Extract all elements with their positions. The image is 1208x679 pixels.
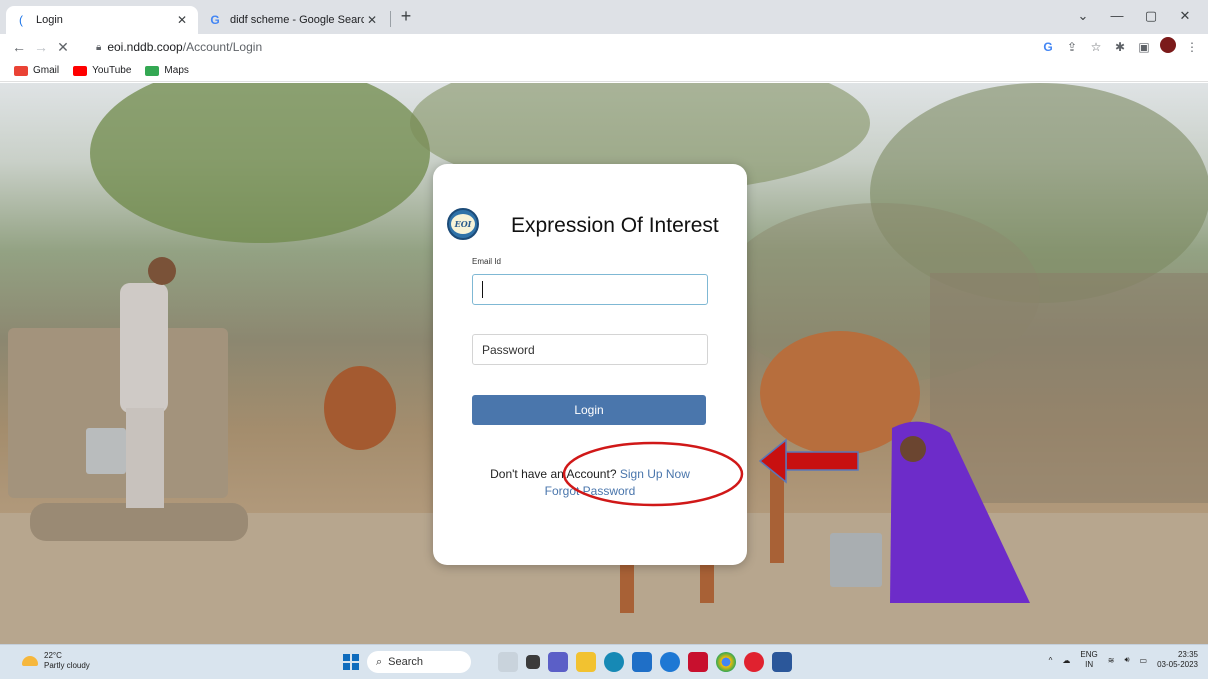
tab-google-search[interactable]: G didf scheme - Google Search ✕ xyxy=(200,6,388,34)
lock-icon[interactable]: 🔒︎ xyxy=(96,42,101,53)
url-path: /Account/Login xyxy=(182,40,263,54)
close-tab-icon[interactable]: ✕ xyxy=(364,13,380,27)
teams-chat-icon[interactable] xyxy=(548,652,568,672)
language-indicator[interactable]: ENG IN xyxy=(1080,650,1097,670)
tab-title: didf scheme - Google Search xyxy=(230,14,364,26)
help-icon[interactable] xyxy=(660,652,680,672)
weather-widget[interactable]: 22°C Partly cloudy xyxy=(22,651,90,671)
bookmark-gmail[interactable]: Gmail xyxy=(14,65,59,76)
youtube-icon xyxy=(73,65,88,76)
tab-divider xyxy=(390,11,391,27)
tab-title: Login xyxy=(36,14,63,26)
minimize-button[interactable]: — xyxy=(1100,2,1134,30)
signup-prompt: Don't have an Account? xyxy=(490,467,617,481)
google-icon: G xyxy=(210,13,220,27)
google-lens-icon[interactable]: G xyxy=(1038,37,1058,57)
bookmark-star-icon[interactable]: ☆ xyxy=(1086,37,1106,57)
task-view-icon[interactable] xyxy=(526,655,540,669)
system-tray: ^ ☁︎ ENG IN ≋ 🔊︎ ▭ 23:35 03-05-2023 xyxy=(1049,650,1198,670)
windows-taskbar: 22°C Partly cloudy ⌕ Search ^ ☁︎ ENG IN … xyxy=(0,644,1208,679)
text-caret xyxy=(482,281,483,298)
wifi-icon[interactable]: ≋ xyxy=(1108,656,1115,665)
widgets-icon[interactable] xyxy=(498,652,518,672)
loading-icon: ( xyxy=(19,13,23,27)
bookmark-label: YouTube xyxy=(92,65,132,76)
pinned-apps xyxy=(498,652,792,672)
file-explorer-icon[interactable] xyxy=(576,652,596,672)
store-icon[interactable] xyxy=(632,652,652,672)
start-button[interactable] xyxy=(343,654,359,670)
new-tab-button[interactable]: + xyxy=(394,6,418,28)
maps-icon xyxy=(145,65,160,76)
weather-desc: Partly cloudy xyxy=(44,661,90,670)
url-text: eoi.nddb.coop/Account/Login xyxy=(107,40,262,54)
bookmarks-bar: Gmail YouTube Maps xyxy=(0,60,1208,82)
url-domain: eoi.nddb.coop xyxy=(107,40,183,54)
email-field[interactable] xyxy=(472,274,708,305)
bookmark-youtube[interactable]: YouTube xyxy=(73,65,131,76)
windows-logo-pane xyxy=(343,654,350,661)
screen: ( Login ✕ G didf scheme - Google Search … xyxy=(0,0,1208,679)
onedrive-icon[interactable]: ☁︎ xyxy=(1062,656,1070,665)
page-title: Expression Of Interest xyxy=(511,214,719,237)
share-icon[interactable]: ⇪ xyxy=(1062,37,1082,57)
logo-text: EOI xyxy=(451,214,475,234)
login-button[interactable]: Login xyxy=(472,395,706,425)
opera-icon[interactable] xyxy=(744,652,764,672)
clock-time: 23:35 xyxy=(1177,650,1198,659)
toolbar-actions: G ⇪ ☆ ✱ ▣ ⋮ xyxy=(1038,37,1202,57)
search-label: Search xyxy=(388,656,424,668)
window-controls: ⌄ — ▢ ✕ xyxy=(1066,2,1202,30)
windows-logo-pane xyxy=(343,663,350,670)
bookmark-maps[interactable]: Maps xyxy=(145,65,189,76)
profile-avatar[interactable] xyxy=(1158,37,1178,57)
bookmark-label: Maps xyxy=(164,65,189,76)
maximize-button[interactable]: ▢ xyxy=(1134,2,1168,30)
side-panel-icon[interactable]: ▣ xyxy=(1134,37,1154,57)
taskbar-search[interactable]: ⌕ Search xyxy=(367,651,471,673)
password-field[interactable] xyxy=(472,334,708,365)
word-icon[interactable] xyxy=(772,652,792,672)
close-tab-icon[interactable]: ✕ xyxy=(174,13,190,27)
back-arrow-icon[interactable]: ← xyxy=(8,39,30,55)
email-label: Email Id xyxy=(472,257,501,266)
address-bar[interactable]: 🔒︎ eoi.nddb.coop/Account/Login xyxy=(88,36,1008,58)
signup-link[interactable]: Sign Up Now xyxy=(620,467,690,481)
login-card: EOI Expression Of Interest Email Id Logi… xyxy=(433,164,747,565)
windows-logo-pane xyxy=(352,663,359,670)
clock-date: 03-05-2023 xyxy=(1157,660,1198,669)
lang-top: ENG xyxy=(1080,650,1098,659)
volume-icon[interactable]: 🔊︎ xyxy=(1124,655,1129,665)
partly-cloudy-icon xyxy=(22,656,38,666)
menu-kebab-icon[interactable]: ⋮ xyxy=(1182,37,1202,57)
forgot-password-link[interactable]: Forgot Password xyxy=(433,484,747,498)
eoi-logo: EOI xyxy=(447,208,479,240)
page-viewport: EOI Expression Of Interest Email Id Logi… xyxy=(0,83,1208,644)
stop-loading-icon[interactable]: ✕ xyxy=(52,39,74,56)
tab-strip: ( Login ✕ G didf scheme - Google Search … xyxy=(0,0,1208,34)
tab-login[interactable]: ( Login ✕ xyxy=(6,6,198,34)
forward-arrow-icon[interactable]: → xyxy=(30,39,52,55)
edge-browser-icon[interactable] xyxy=(604,652,624,672)
signup-prompt-row: Don't have an Account? Sign Up Now xyxy=(433,467,747,481)
clock[interactable]: 23:35 03-05-2023 xyxy=(1157,650,1198,670)
gmail-icon xyxy=(14,65,28,76)
mcafee-icon[interactable] xyxy=(688,652,708,672)
weather-temp: 22°C xyxy=(44,651,62,660)
bookmark-label: Gmail xyxy=(33,65,60,76)
battery-icon[interactable]: ▭ xyxy=(1140,656,1148,665)
close-window-button[interactable]: ✕ xyxy=(1168,2,1202,30)
windows-logo-pane xyxy=(352,654,359,661)
show-hidden-icons-icon[interactable]: ^ xyxy=(1049,656,1053,665)
weather-text: 22°C Partly cloudy xyxy=(44,651,90,671)
browser-toolbar: ← → ✕ 🔒︎ eoi.nddb.coop/Account/Login G ⇪… xyxy=(0,34,1208,60)
lang-bottom: IN xyxy=(1085,660,1094,669)
extensions-icon[interactable]: ✱ xyxy=(1110,37,1130,57)
chrome-icon[interactable] xyxy=(716,652,736,672)
search-icon: ⌕ xyxy=(376,655,383,668)
tab-search-icon[interactable]: ⌄ xyxy=(1066,2,1100,30)
